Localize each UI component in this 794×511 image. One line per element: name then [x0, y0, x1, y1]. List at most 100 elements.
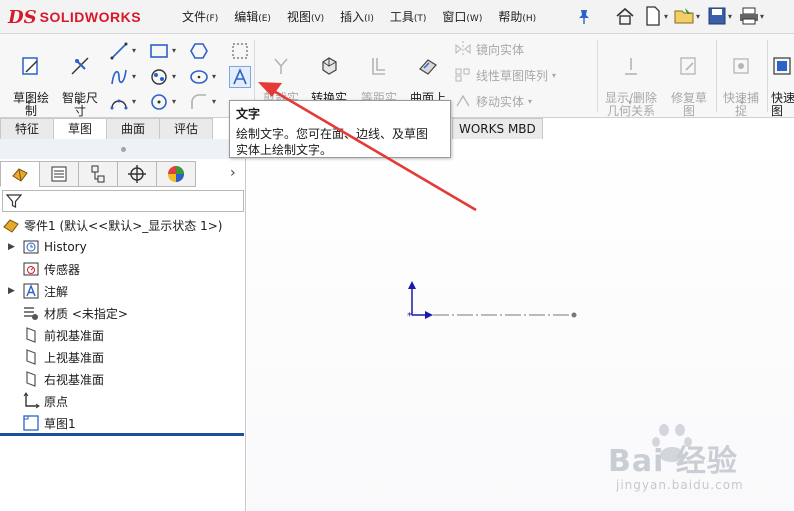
chevron-down-icon[interactable]: ▾	[132, 46, 136, 55]
solidworks-logo[interactable]: DS SOLIDWORKS	[8, 3, 154, 31]
open-folder-icon[interactable]	[674, 5, 696, 27]
circle-sketch-icon[interactable]	[148, 66, 170, 88]
menu-window[interactable]: 窗口(W)	[436, 8, 488, 25]
chevron-down-icon[interactable]: ▾	[528, 97, 532, 106]
feature-manager-tab[interactable]	[0, 161, 40, 187]
chevron-down-icon[interactable]: ▾	[77, 98, 81, 107]
repair-sketch-icon	[680, 57, 696, 75]
chevron-down-icon[interactable]: ▾	[27, 98, 31, 107]
menu-edit[interactable]: 编辑(E)	[228, 8, 277, 25]
configuration-manager-tab[interactable]	[78, 161, 118, 187]
panel-splitter[interactable]	[0, 139, 246, 159]
centerline-endpoint[interactable]	[571, 312, 577, 318]
chevron-down-icon[interactable]: ▾	[172, 46, 176, 55]
smart-dimension-icon	[71, 57, 89, 75]
quick-access-toolbar: ▾ ▾ ▾ ▾	[614, 5, 764, 27]
chevron-down-icon[interactable]: ▾	[132, 72, 136, 81]
fillet-icon[interactable]	[188, 91, 210, 113]
tab-evaluate[interactable]: 评估	[159, 118, 214, 139]
offset-entities-icon	[372, 58, 385, 75]
mirror-entities-button[interactable]: 镜向实体	[454, 40, 524, 58]
linear-sketch-pattern-button[interactable]: 线性草图阵列 ▾	[454, 66, 556, 84]
print-icon[interactable]	[738, 5, 760, 27]
menu-view[interactable]: 视图(V)	[281, 8, 330, 25]
quick-view-icon	[773, 57, 791, 75]
expand-icon[interactable]: ▶	[8, 286, 15, 296]
home-icon[interactable]	[614, 5, 636, 27]
dimxpert-manager-tab[interactable]	[117, 161, 157, 187]
plane-icon	[22, 348, 40, 366]
save-icon[interactable]	[706, 5, 728, 27]
appearance-icon	[168, 166, 184, 182]
watermark-brand: Bai 经验	[608, 444, 738, 479]
menu-help[interactable]: 帮助(H)	[492, 8, 542, 25]
material-icon	[22, 304, 40, 322]
origin-marker[interactable]: *	[407, 281, 433, 322]
tab-features[interactable]: 特征	[0, 118, 55, 139]
menu-tools[interactable]: 工具(T)	[384, 8, 433, 25]
chevron-down-icon[interactable]: ▾	[212, 72, 216, 81]
sensor-icon	[22, 260, 40, 278]
tree-item-front-plane[interactable]: 前视基准面	[22, 325, 104, 345]
tree-filter-input[interactable]	[2, 190, 244, 212]
ribbon-separator	[597, 40, 598, 112]
chevron-down-icon[interactable]: ▾	[760, 12, 764, 21]
tree-item-sensors[interactable]: 传感器	[22, 259, 80, 279]
chevron-down-icon[interactable]: ▾	[728, 12, 732, 21]
watermark-url: jingyan.baidu.com	[616, 478, 744, 492]
annotation-icon	[22, 282, 40, 300]
chevron-down-icon[interactable]: ▾	[172, 97, 176, 106]
trim-icon	[274, 58, 288, 74]
feature-tree-icon	[12, 168, 28, 182]
tooltip-title: 文字	[236, 107, 261, 121]
tab-surfaces[interactable]: 曲面	[106, 118, 161, 139]
polygon-icon[interactable]	[188, 40, 210, 62]
expand-icon[interactable]: ▶	[8, 242, 15, 252]
sketch-icon	[22, 57, 38, 75]
rectangle-icon[interactable]	[148, 40, 170, 62]
tree-item-material[interactable]: 材质 <未指定>	[22, 303, 128, 323]
filter-icon[interactable]	[6, 193, 22, 209]
relations-icon	[625, 58, 637, 75]
property-manager-tab[interactable]	[39, 161, 79, 187]
tree-item-history[interactable]: ▶ History	[8, 237, 87, 257]
chevron-right-icon[interactable]: ›	[230, 165, 236, 181]
new-document-icon[interactable]	[642, 5, 664, 27]
pin-icon[interactable]	[577, 9, 591, 25]
tab-sketch[interactable]: 草图	[53, 118, 108, 139]
slot-arc-icon[interactable]	[108, 91, 130, 113]
origin-icon	[22, 392, 40, 410]
repair-sketch-button[interactable]: 修复草 图	[666, 42, 712, 118]
circle-icon[interactable]	[148, 91, 170, 113]
tree-root-part[interactable]: 零件1 (默认<<默认>_显示状态 1>)	[2, 215, 222, 235]
tree-item-origin[interactable]: 原点	[22, 391, 68, 411]
tree-item-top-plane[interactable]: 上视基准面	[22, 347, 104, 367]
chevron-down-icon[interactable]: ▾	[664, 12, 668, 21]
move-entities-button[interactable]: 移动实体 ▾	[454, 92, 532, 110]
chevron-down-icon[interactable]: ▾	[212, 97, 216, 106]
tree-item-right-plane[interactable]: 右视基准面	[22, 369, 104, 389]
part-icon	[2, 216, 20, 234]
panel-tabs	[0, 161, 246, 187]
chevron-down-icon[interactable]: ▾	[628, 98, 632, 107]
chevron-down-icon[interactable]: ▾	[172, 72, 176, 81]
ellipse-icon[interactable]	[188, 66, 210, 88]
menu-insert[interactable]: 插入(I)	[334, 8, 380, 25]
text-icon[interactable]	[229, 66, 251, 88]
quick-view-button[interactable]: 快速 图	[771, 42, 794, 118]
chevron-down-icon[interactable]: ▾	[132, 97, 136, 106]
menu-file[interactable]: 文件(F)	[176, 8, 224, 25]
spline-icon[interactable]	[108, 66, 130, 88]
tree-item-sketch1[interactable]: 草图1	[22, 413, 76, 433]
tab-mbd[interactable]: WORKS MBD	[452, 118, 543, 139]
tree-item-annotations[interactable]: ▶ 注解	[8, 281, 68, 301]
convert-entities-icon	[322, 57, 337, 75]
chevron-down-icon[interactable]: ▾	[740, 98, 744, 107]
move-icon	[456, 94, 470, 107]
line-icon[interactable]	[108, 40, 130, 62]
quick-snap-icon	[733, 58, 749, 74]
chevron-down-icon[interactable]: ▾	[552, 71, 556, 80]
display-manager-tab[interactable]	[156, 161, 196, 187]
construction-geometry-icon[interactable]	[229, 40, 251, 62]
chevron-down-icon[interactable]: ▾	[696, 12, 700, 21]
